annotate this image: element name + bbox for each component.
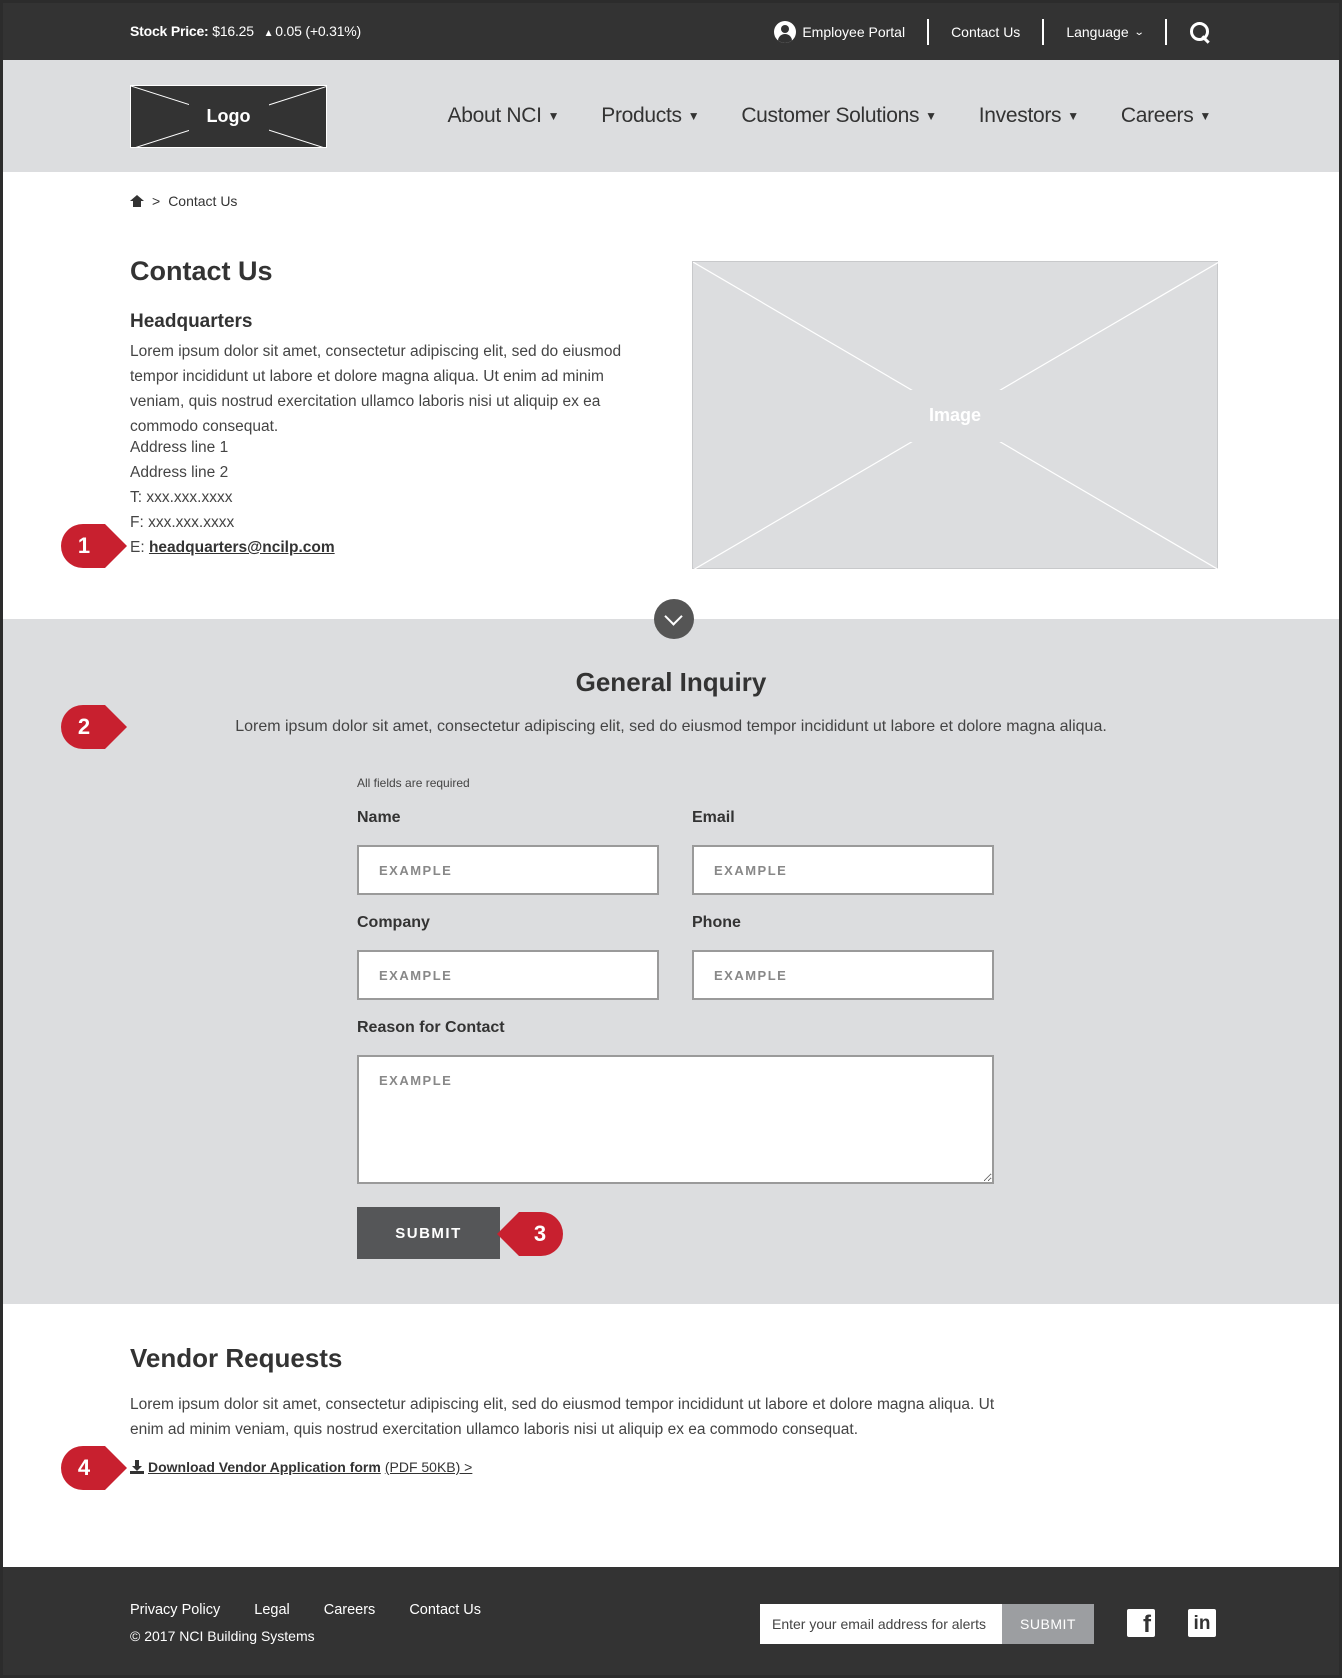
download-icon bbox=[130, 1460, 144, 1474]
nav-item-about[interactable]: About NCI ▼ bbox=[447, 104, 559, 128]
inquiry-title: General Inquiry bbox=[575, 667, 767, 697]
alert-email-input[interactable] bbox=[760, 1604, 1002, 1644]
annotation-marker-2: 2 bbox=[61, 705, 129, 749]
home-icon[interactable] bbox=[130, 195, 144, 207]
nav-item-label: Customer Solutions bbox=[741, 104, 920, 127]
footer-link-legal[interactable]: Legal bbox=[254, 1602, 289, 1618]
main-nav: Logo About NCI ▼ Products ▼ Customer Solut… bbox=[3, 60, 1339, 172]
submit-button[interactable]: SUBMIT bbox=[357, 1207, 500, 1259]
email-prefix: E: bbox=[130, 539, 145, 556]
vendor-title: Vendor Requests bbox=[130, 1343, 343, 1373]
chevron-down-icon: ▼ bbox=[547, 109, 560, 123]
nav-item-label: About NCI bbox=[447, 104, 542, 127]
address-line-2: Address line 2 bbox=[130, 464, 229, 481]
utility-links: Employee Portal Contact Us Language ⌄ bbox=[752, 16, 1211, 48]
company-label: Company bbox=[357, 914, 430, 931]
image-placeholder: Image bbox=[692, 261, 1219, 570]
download-label: Download Vendor Application form bbox=[148, 1459, 381, 1475]
breadcrumb-current: Contact Us bbox=[168, 193, 238, 209]
facebook-icon[interactable]: f bbox=[1127, 1609, 1155, 1637]
linkedin-icon[interactable]: in bbox=[1188, 1609, 1216, 1637]
fax-number: F: xxx.xxx.xxxx bbox=[130, 514, 235, 531]
language-label: Language bbox=[1066, 24, 1129, 40]
breadcrumb-separator: > bbox=[152, 193, 161, 209]
email-row: E: headquarters@ncilp.com bbox=[130, 535, 335, 560]
email-label: Email bbox=[692, 809, 735, 826]
inquiry-description: Lorem ipsum dolor sit amet, consectetur … bbox=[235, 718, 1107, 735]
image-label: Image bbox=[928, 404, 982, 425]
footer-links: Privacy Policy Legal Careers Contact Us bbox=[130, 1602, 481, 1618]
hq-title: Headquarters bbox=[130, 311, 253, 332]
reason-label: Reason for Contact bbox=[357, 1019, 505, 1036]
chevron-down-icon: ▼ bbox=[687, 109, 700, 123]
search-icon[interactable] bbox=[1189, 21, 1211, 43]
chevron-down-icon: ▼ bbox=[1199, 109, 1211, 123]
address-line-1: Address line 1 bbox=[130, 439, 229, 456]
logo-label: Logo bbox=[206, 106, 251, 126]
nav-item-label: Products bbox=[601, 104, 682, 127]
logo[interactable]: Logo bbox=[130, 85, 327, 148]
nav-item-products[interactable]: Products ▼ bbox=[601, 104, 699, 128]
divider bbox=[1165, 19, 1167, 45]
phone-label: Phone bbox=[692, 914, 741, 931]
email-field[interactable] bbox=[692, 845, 994, 895]
language-dropdown[interactable]: Language ⌄ bbox=[1044, 20, 1165, 44]
hq-address: Address line 1 Address line 2 T: xxx.xxx… bbox=[130, 435, 335, 560]
breadcrumb: > Contact Us bbox=[130, 193, 237, 209]
stock-label: Stock Price: bbox=[130, 23, 209, 39]
download-vendor-form-link[interactable]: Download Vendor Application form (PDF 50… bbox=[130, 1459, 472, 1475]
annotation-marker-3: 3 bbox=[495, 1212, 563, 1256]
reason-textarea[interactable] bbox=[357, 1055, 994, 1184]
nav-item-label: Investors bbox=[978, 104, 1062, 127]
nav-item-careers[interactable]: Careers ▼ bbox=[1121, 104, 1211, 128]
marker-number: 4 bbox=[77, 1455, 91, 1480]
facebook-glyph: f bbox=[1143, 1611, 1151, 1638]
required-note: All fields are required bbox=[357, 776, 470, 790]
nav-item-customer-solutions[interactable]: Customer Solutions ▼ bbox=[741, 104, 937, 128]
page-title: Contact Us bbox=[130, 256, 273, 286]
copyright: © 2017 NCI Building Systems bbox=[130, 1628, 315, 1644]
arrow-down-circle-icon[interactable] bbox=[654, 599, 694, 639]
nav-item-label: Careers bbox=[1120, 104, 1194, 127]
chevron-down-icon: ⌄ bbox=[1133, 26, 1145, 38]
nav-menu: About NCI ▼ Products ▼ Customer Solutions ▼… bbox=[447, 60, 1211, 172]
stock-up-icon: ▲ bbox=[263, 28, 274, 39]
nav-item-investors[interactable]: Investors ▼ bbox=[979, 104, 1079, 128]
marker-number: 1 bbox=[77, 533, 91, 558]
email-link[interactable]: headquarters@ncilp.com bbox=[149, 539, 335, 556]
download-meta: (PDF 50KB) > bbox=[384, 1459, 473, 1475]
marker-number: 2 bbox=[77, 714, 91, 739]
company-field[interactable] bbox=[357, 950, 659, 1000]
page-frame: Stock Price: $16.25 ▲ 0.05 (+0.31%) Emplo… bbox=[0, 0, 1342, 1678]
name-field[interactable] bbox=[357, 845, 659, 895]
stock-price: $16.25 bbox=[212, 23, 254, 39]
phone-number: T: xxx.xxx.xxxx bbox=[130, 489, 233, 506]
marker-number: 3 bbox=[533, 1221, 547, 1246]
user-icon bbox=[774, 21, 797, 43]
stock-ticker: Stock Price: $16.25 ▲ 0.05 (+0.31%) bbox=[130, 23, 361, 39]
footer: Privacy Policy Legal Careers Contact Us … bbox=[3, 1567, 1339, 1675]
stock-change: 0.05 (+0.31%) bbox=[275, 23, 361, 39]
employee-portal-link[interactable]: Employee Portal bbox=[752, 20, 927, 44]
contact-us-link[interactable]: Contact Us bbox=[929, 20, 1042, 44]
phone-field[interactable] bbox=[692, 950, 994, 1000]
alert-submit-button[interactable]: SUBMIT bbox=[1002, 1604, 1094, 1644]
linkedin-glyph: in bbox=[1193, 1612, 1211, 1634]
hq-description: Lorem ipsum dolor sit amet, consectetur … bbox=[130, 343, 622, 435]
chevron-down-icon: ▼ bbox=[925, 109, 937, 123]
name-label: Name bbox=[357, 809, 401, 826]
utility-bar: Stock Price: $16.25 ▲ 0.05 (+0.31%) Emplo… bbox=[3, 3, 1339, 60]
footer-link-contact[interactable]: Contact Us bbox=[409, 1602, 481, 1618]
footer-link-careers[interactable]: Careers bbox=[324, 1602, 376, 1618]
employee-portal-label: Employee Portal bbox=[802, 24, 906, 40]
annotation-marker-1: 1 bbox=[61, 524, 129, 568]
chevron-down-icon: ▼ bbox=[1067, 109, 1079, 123]
contact-us-label: Contact Us bbox=[951, 24, 1021, 40]
vendor-description: Lorem ipsum dolor sit amet, consectetur … bbox=[130, 1396, 995, 1438]
footer-link-privacy[interactable]: Privacy Policy bbox=[130, 1602, 220, 1618]
annotation-marker-4: 4 bbox=[61, 1446, 129, 1490]
